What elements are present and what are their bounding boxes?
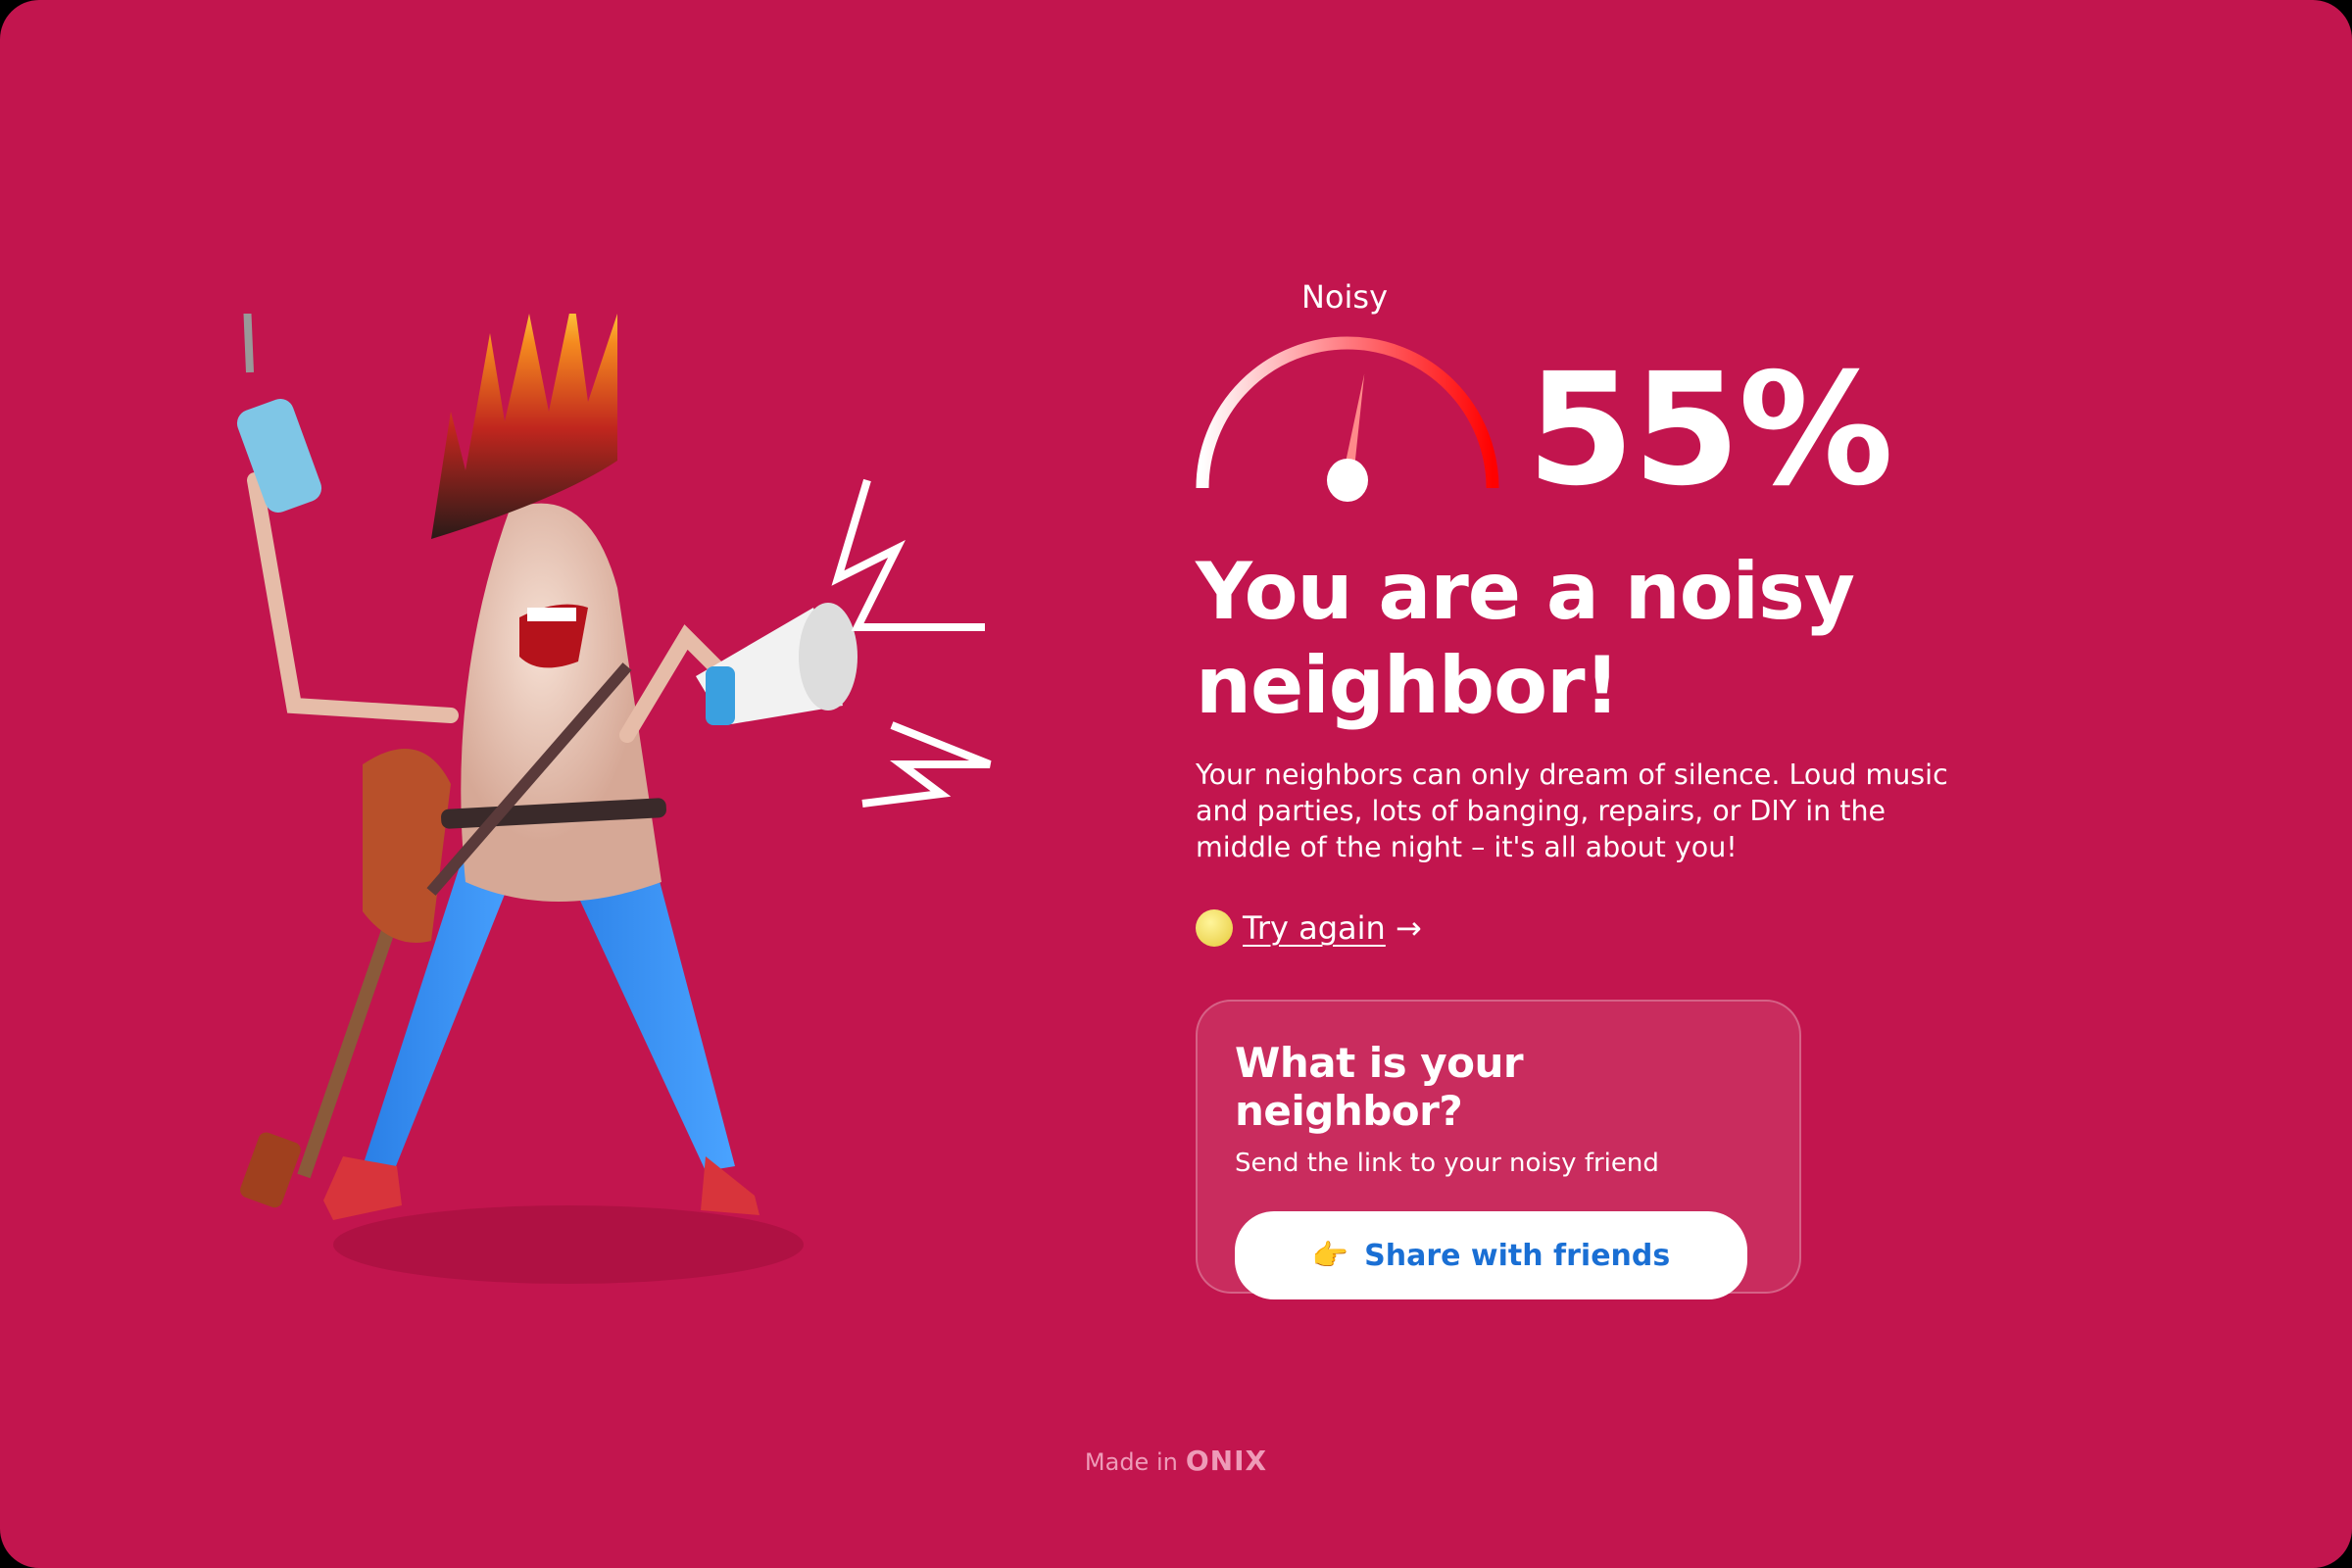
- gauge-pivot: [1327, 459, 1368, 502]
- arrow-right-icon: →: [1395, 909, 1422, 947]
- moon-face-icon: [1196, 909, 1233, 947]
- share-button-label: Share with friends: [1364, 1238, 1671, 1273]
- share-card-title: What is your neighbor?: [1235, 1039, 1524, 1135]
- share-with-friends-button[interactable]: 👉 Share with friends: [1235, 1211, 1747, 1299]
- result-headline: You are a noisy neighbor!: [1196, 546, 1855, 731]
- pointing-hand-icon: 👉: [1311, 1238, 1349, 1273]
- result-description: Your neighbors can only dream of silence…: [1196, 759, 1948, 863]
- page: Noisy 55% You are a noisy neighbor! Your…: [0, 0, 2352, 1568]
- gauge-label: Noisy: [1300, 278, 1388, 316]
- share-card-subtitle: Send the link to your noisy friend: [1235, 1149, 1659, 1178]
- footer: Made in ONIX: [0, 1445, 2352, 1477]
- noisy-neighbor-illustration: [236, 314, 992, 1284]
- share-card: What is your neighbor? Send the link to …: [1196, 1000, 1801, 1299]
- try-again-label: Try again: [1243, 909, 1386, 947]
- noise-gauge: [1196, 336, 1499, 502]
- made-in-text: Made in: [1084, 1448, 1178, 1476]
- onix-logo[interactable]: ONIX: [1186, 1445, 1267, 1477]
- noise-percent: 55%: [1527, 340, 1893, 520]
- try-again-link[interactable]: Try again →: [1196, 909, 1422, 947]
